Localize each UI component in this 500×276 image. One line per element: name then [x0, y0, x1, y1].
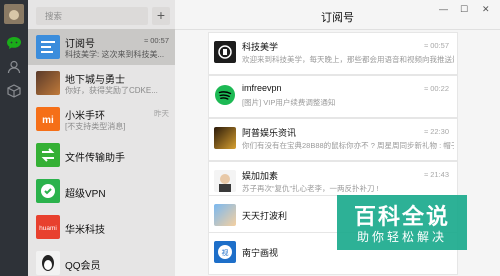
- chat-item-super-vpn[interactable]: 超级VPN: [28, 173, 175, 209]
- chat-name: 订阅号: [65, 39, 95, 50]
- subscription-item[interactable]: 科技美学 欢迎来到科技美学，每天晚上，那些都会用语音和视频向我推送最... ≈ …: [208, 32, 458, 75]
- chat-name: 地下城与勇士: [65, 75, 125, 86]
- chat-name: 文件传输助手: [65, 153, 125, 164]
- panel-title: 订阅号: [321, 12, 354, 24]
- huami-avatar: huami: [36, 215, 60, 239]
- subscriptions-avatar: [36, 35, 60, 59]
- subscription-item[interactable]: imfreevpn [图片] VIP用户续费调整通知 ≈ 00:22: [208, 75, 458, 118]
- subscription-item[interactable]: 阿普娱乐资讯 你们有没有在宝典28B88的鼠标你亦不 ? 周星周同步新礼物 : …: [208, 118, 458, 161]
- chat-icon[interactable]: [6, 36, 22, 50]
- subscription-name: 天天打波利: [242, 211, 288, 221]
- chat-preview: 你好，获得奖励了CDKE...: [65, 86, 158, 95]
- chat-item-subscriptions[interactable]: 订阅号 科技美学: 这次来到科技美... ≈ 00:57: [28, 29, 175, 65]
- favorites-icon[interactable]: [6, 84, 22, 98]
- maximize-button[interactable]: ☐: [460, 4, 468, 15]
- icon-sidebar: [0, 0, 28, 276]
- apu-avatar: [214, 127, 236, 149]
- watermark-line1: 百科全说: [353, 204, 450, 229]
- chat-name: 超级VPN: [65, 189, 106, 200]
- subscription-preview: 苏子再次“复仇”扎心老李，一两反扑补刀 !: [242, 184, 379, 193]
- search-placeholder: 搜索: [45, 11, 63, 21]
- subscription-name: imfreevpn: [242, 83, 282, 93]
- subscription-name: 南宁画视: [242, 248, 279, 258]
- super-vpn-avatar: [36, 179, 60, 203]
- subscription-time: ≈ 00:22: [424, 84, 449, 93]
- chat-time: 昨天: [154, 109, 169, 118]
- add-button[interactable]: +: [152, 7, 170, 25]
- subscription-name: 科技美学: [242, 42, 279, 52]
- contacts-icon[interactable]: [6, 60, 22, 74]
- subscription-time: ≈ 21:43: [424, 170, 449, 179]
- svg-text:huami: huami: [39, 225, 57, 232]
- minimize-button[interactable]: —: [439, 4, 448, 14]
- chat-name: 小米手环: [65, 111, 105, 122]
- svg-text:视: 视: [222, 248, 229, 257]
- svg-text:mi: mi: [42, 115, 54, 126]
- qq-vip-avatar: [36, 251, 60, 275]
- subscription-time: ≈ 00:57: [424, 41, 449, 50]
- chat-preview: 科技美学: 这次来到科技美...: [65, 50, 165, 59]
- chat-time: ≈ 00:57: [144, 36, 169, 45]
- chat-item-qq-vip[interactable]: QQ会员: [28, 245, 175, 276]
- chat-preview: [不支持类型消息]: [65, 122, 126, 131]
- chat-item-mi-band[interactable]: mi 小米手环 [不支持类型消息] 昨天: [28, 101, 175, 137]
- search-input[interactable]: 搜索: [36, 7, 148, 25]
- tiantian-avatar: [214, 204, 236, 226]
- nanning-tv-avatar: 视: [214, 241, 236, 263]
- watermark-logo: 百科全说 助你轻松解决: [337, 195, 467, 250]
- user-avatar[interactable]: [4, 4, 24, 24]
- chat-item-file-transfer[interactable]: 文件传输助手: [28, 137, 175, 173]
- chat-name: QQ会员: [65, 261, 101, 272]
- subscription-name: 娱加加素: [242, 171, 279, 181]
- subscription-name: 阿普娱乐资讯: [242, 128, 297, 138]
- chat-item-dnf[interactable]: 地下城与勇士 你好，获得奖励了CDKE...: [28, 65, 175, 101]
- chat-name: 华米科技: [65, 225, 105, 236]
- chat-list: 搜索 + 订阅号 科技美学: 这次来到科技美... ≈ 00:57 地下城与勇士…: [28, 0, 175, 276]
- subscription-preview: [图片] VIP用户续费调整通知: [242, 98, 336, 107]
- subscription-time: ≈ 22:30: [424, 127, 449, 136]
- close-button[interactable]: ✕: [482, 4, 490, 15]
- mi-band-avatar: mi: [36, 107, 60, 131]
- chat-item-huami[interactable]: huami 华米科技: [28, 209, 175, 245]
- watermark-line2: 助你轻松解决: [356, 230, 447, 244]
- subscription-preview: 欢迎来到科技美学，每天晚上，那些都会用语音和视频向我推送最...: [242, 55, 454, 64]
- keji-meixue-avatar: [214, 41, 236, 63]
- panel-header: 订阅号 — ☐ ✕: [175, 0, 500, 30]
- file-transfer-avatar: [36, 143, 60, 167]
- yujia-avatar: [214, 170, 236, 192]
- dnf-avatar: [36, 71, 60, 95]
- subscription-preview: 你们有没有在宝典28B88的鼠标你亦不 ? 周星周同步新礼物 : 帽子 ?: [242, 141, 454, 150]
- spotify-icon: [214, 84, 236, 106]
